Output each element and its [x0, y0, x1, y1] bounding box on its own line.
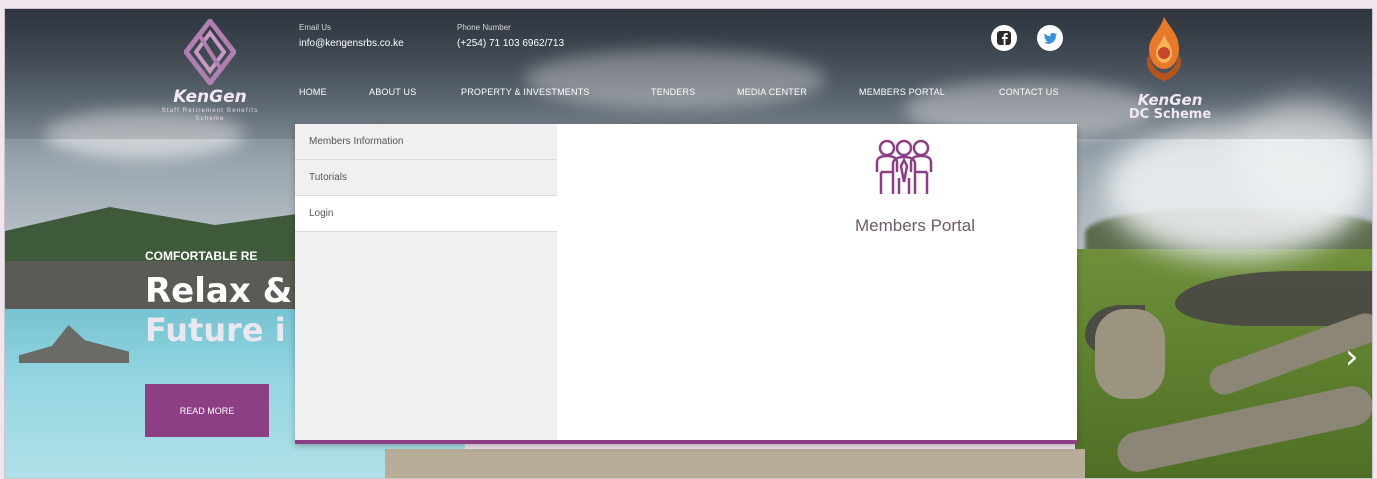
- members-group-icon: [875, 139, 933, 194]
- nav-contact-us[interactable]: CONTACT US: [999, 87, 1059, 97]
- website-frame: KenGen Staff Retirement Benefits Scheme …: [4, 8, 1373, 479]
- phone-contact: Phone Number (+254) 71 103 6962/713: [457, 23, 564, 49]
- nav-home[interactable]: HOME: [299, 87, 327, 97]
- hero-headline-line2: Future i: [145, 311, 286, 349]
- logo-left-subtitle: Staff Retirement Benefits Scheme: [161, 108, 259, 122]
- kengen-diamond-logo-icon: [184, 19, 236, 85]
- dropdown-menu-list: Members Information Tutorials Login: [295, 124, 557, 440]
- nav-about-us[interactable]: ABOUT US: [369, 87, 416, 97]
- nav-tenders[interactable]: TENDERS: [651, 87, 695, 97]
- dc-scheme-flame-icon: [1146, 17, 1182, 81]
- kengen-srbs-logo[interactable]: KenGen Staff Retirement Benefits Scheme: [155, 15, 265, 125]
- members-portal-title[interactable]: Members Portal: [855, 216, 1035, 236]
- phone-label: Phone Number: [457, 23, 511, 32]
- nav-members-portal[interactable]: MEMBERS PORTAL: [859, 87, 945, 97]
- facebook-icon[interactable]: [991, 25, 1017, 51]
- members-portal-dropdown: Members Information Tutorials Login Memb…: [295, 124, 1077, 444]
- menu-item-tutorials[interactable]: Tutorials: [295, 160, 557, 196]
- nav-property-investments[interactable]: PROPERTY & INVESTMENTS: [461, 87, 590, 97]
- twitter-icon[interactable]: [1037, 25, 1063, 51]
- slider-next-arrow-icon[interactable]: ›: [1345, 339, 1367, 375]
- phone-number[interactable]: (+254) 71 103 6962/713: [457, 38, 564, 49]
- email-link[interactable]: info@kengensrbs.co.ke: [299, 38, 404, 49]
- email-label: Email Us: [299, 23, 332, 32]
- kengen-dc-scheme-logo[interactable]: KenGen DC Scheme: [1105, 15, 1235, 125]
- logo-right-subtitle: DC Scheme: [1128, 107, 1212, 122]
- menu-item-members-information[interactable]: Members Information: [295, 124, 557, 160]
- hero-kicker: COMFORTABLE RE: [145, 249, 258, 263]
- nav-media-center[interactable]: MEDIA CENTER: [737, 87, 807, 97]
- logo-left-name: KenGen: [173, 87, 247, 107]
- hero-headline-line1: Relax &: [145, 271, 293, 311]
- menu-item-login[interactable]: Login: [295, 196, 557, 232]
- email-contact: Email Us info@kengensrbs.co.ke: [299, 23, 404, 49]
- read-more-button[interactable]: READ MORE: [145, 384, 269, 437]
